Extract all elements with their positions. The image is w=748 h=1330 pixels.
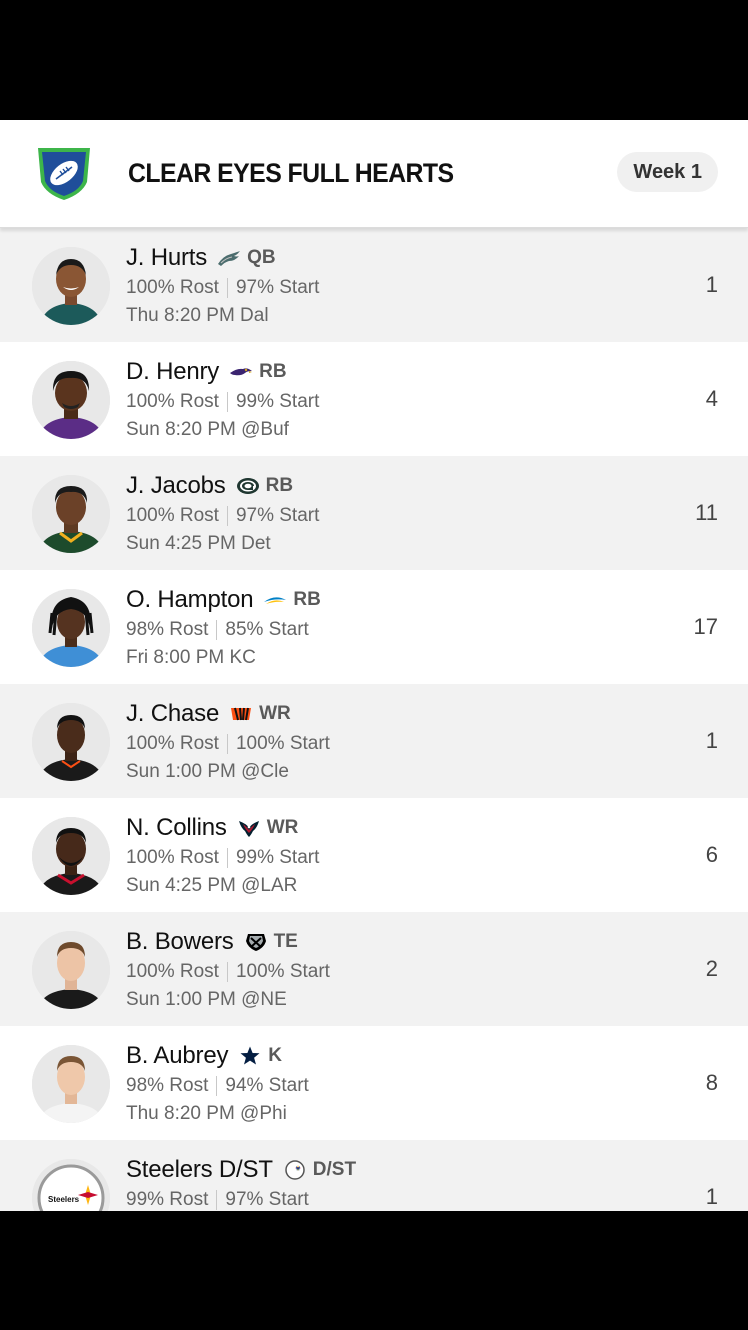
raiders-icon bbox=[244, 932, 268, 952]
eagles-icon bbox=[217, 248, 241, 268]
started-percent: 97% Start bbox=[235, 505, 320, 526]
player-name[interactable]: J. Chase bbox=[126, 700, 219, 728]
game-info: Sun 1:00 PM @NE bbox=[126, 989, 287, 1010]
player-position: WR bbox=[259, 703, 291, 724]
player-headshot bbox=[32, 817, 110, 895]
home-indicator-area bbox=[0, 1211, 748, 1330]
started-percent: 85% Start bbox=[225, 619, 309, 640]
player-headshot bbox=[32, 1045, 110, 1123]
team-name: CLEAR EYES FULL HEARTS bbox=[128, 158, 454, 188]
position-rank: 8 bbox=[705, 1070, 718, 1095]
player-position: RB bbox=[265, 475, 294, 496]
game-info: Sun 4:25 PM Det bbox=[126, 533, 271, 554]
player-row[interactable]: B. Bowers TE 100% Rost 100% Start Sun 1:… bbox=[0, 912, 748, 1026]
position-rank: 1 bbox=[705, 1184, 718, 1209]
game-info: Fri 8:00 PM KC bbox=[126, 647, 256, 668]
player-name[interactable]: Steelers D/ST bbox=[126, 1156, 273, 1184]
game-info: Sun 8:20 PM @Buf bbox=[126, 419, 289, 440]
player-name[interactable]: B. Bowers bbox=[126, 928, 234, 956]
player-row[interactable]: J. Jacobs RB 100% Rost 97% Start Sun 4:2… bbox=[0, 456, 748, 570]
game-info: Thu 8:20 PM Dal bbox=[126, 305, 269, 326]
rostered-percent: 99% Rost bbox=[126, 1189, 209, 1210]
started-percent: 97% Start bbox=[235, 277, 320, 298]
game-info: Sun 1:00 PM @Cle bbox=[126, 761, 289, 782]
stat-divider bbox=[226, 962, 228, 982]
rostered-percent: 100% Rost bbox=[126, 505, 219, 526]
player-row[interactable]: D. Henry RB 100% Rost 99% Start Sun 8:20… bbox=[0, 342, 748, 456]
ravens-icon bbox=[229, 362, 253, 382]
player-name[interactable]: N. Collins bbox=[126, 814, 227, 842]
steelers-icon bbox=[283, 1160, 307, 1180]
player-headshot bbox=[32, 589, 110, 667]
stat-divider bbox=[226, 278, 228, 298]
player-name[interactable]: D. Henry bbox=[126, 358, 219, 386]
chargers-icon bbox=[263, 590, 287, 610]
position-rank: 1 bbox=[705, 728, 718, 753]
player-list: J. Hurts QB 100% Rost 97% Start Thu 8:20… bbox=[0, 228, 748, 1211]
player-headshot bbox=[32, 703, 110, 781]
texans-icon bbox=[237, 818, 261, 838]
started-percent: 100% Start bbox=[235, 961, 330, 982]
steelers-logo-icon: Steelers bbox=[32, 1159, 110, 1211]
steelers-logo-text: Steelers bbox=[48, 1195, 80, 1204]
player-position: K bbox=[268, 1045, 282, 1066]
rostered-percent: 100% Rost bbox=[126, 961, 219, 982]
position-rank: 17 bbox=[693, 614, 718, 639]
position-rank: 2 bbox=[705, 956, 718, 981]
player-position: WR bbox=[266, 817, 299, 838]
position-rank: 4 bbox=[705, 386, 718, 411]
player-row[interactable]: B. Aubrey K 98% Rost 94% Start Thu 8:20 … bbox=[0, 1026, 748, 1140]
stat-divider bbox=[226, 848, 228, 868]
team-header: CLEAR EYES FULL HEARTS Week 1 bbox=[0, 120, 748, 228]
game-info: Thu 8:20 PM @Phi bbox=[126, 1103, 287, 1124]
bengals-icon bbox=[229, 704, 253, 724]
stat-divider bbox=[226, 392, 228, 412]
player-headshot bbox=[32, 361, 110, 439]
position-rank: 6 bbox=[705, 842, 718, 867]
rostered-percent: 100% Rost bbox=[126, 733, 219, 754]
stat-divider bbox=[226, 506, 228, 526]
player-position: D/ST bbox=[312, 1159, 357, 1180]
stat-divider bbox=[216, 1190, 218, 1210]
rostered-percent: 100% Rost bbox=[126, 277, 219, 298]
started-percent: 94% Start bbox=[225, 1075, 309, 1096]
player-name[interactable]: J. Hurts bbox=[126, 244, 207, 272]
player-headshot bbox=[32, 931, 110, 1009]
stat-divider bbox=[226, 734, 228, 754]
player-headshot bbox=[32, 475, 110, 553]
player-row[interactable]: N. Collins WR 100% Rost 99% Start Sun 4:… bbox=[0, 798, 748, 912]
stat-divider bbox=[216, 620, 218, 640]
rostered-percent: 98% Rost bbox=[126, 1075, 209, 1096]
player-row[interactable]: O. Hampton RB 98% Rost 85% Start Fri 8:0… bbox=[0, 570, 748, 684]
game-info: Sun 4:25 PM @LAR bbox=[126, 875, 298, 896]
player-headshot bbox=[32, 247, 110, 325]
player-name[interactable]: B. Aubrey bbox=[126, 1042, 228, 1070]
player-position: QB bbox=[247, 247, 276, 268]
rostered-percent: 100% Rost bbox=[126, 847, 219, 868]
status-bar-area bbox=[0, 0, 748, 120]
player-position: RB bbox=[259, 361, 287, 382]
player-row[interactable]: J. Hurts QB 100% Rost 97% Start Thu 8:20… bbox=[0, 228, 748, 342]
rostered-percent: 100% Rost bbox=[126, 391, 219, 412]
player-row[interactable]: J. Chase WR 100% Rost 100% Start Sun 1:0… bbox=[0, 684, 748, 798]
packers-icon bbox=[236, 476, 260, 496]
started-percent: 99% Start bbox=[235, 847, 320, 868]
cowboys-icon bbox=[238, 1046, 262, 1066]
player-name[interactable]: J. Jacobs bbox=[126, 472, 226, 500]
rostered-percent: 98% Rost bbox=[126, 619, 209, 640]
started-percent: 97% Start bbox=[225, 1189, 309, 1210]
started-percent: 100% Start bbox=[235, 733, 330, 754]
player-position: RB bbox=[293, 589, 321, 610]
player-name[interactable]: O. Hampton bbox=[126, 586, 254, 614]
stat-divider bbox=[216, 1076, 218, 1096]
fantasy-roster-screen: CLEAR EYES FULL HEARTS Week 1 J. Hurts Q… bbox=[0, 120, 748, 1211]
started-percent: 99% Start bbox=[235, 391, 320, 412]
football-shield-logo-icon[interactable] bbox=[34, 144, 94, 202]
position-rank: 11 bbox=[695, 500, 718, 525]
position-rank: 1 bbox=[705, 272, 718, 297]
player-position: TE bbox=[273, 931, 298, 952]
player-row[interactable]: Steelers Steelers D/ST D/ST 99% Rost 97%… bbox=[0, 1140, 748, 1211]
week-selector[interactable]: Week 1 bbox=[617, 152, 718, 192]
